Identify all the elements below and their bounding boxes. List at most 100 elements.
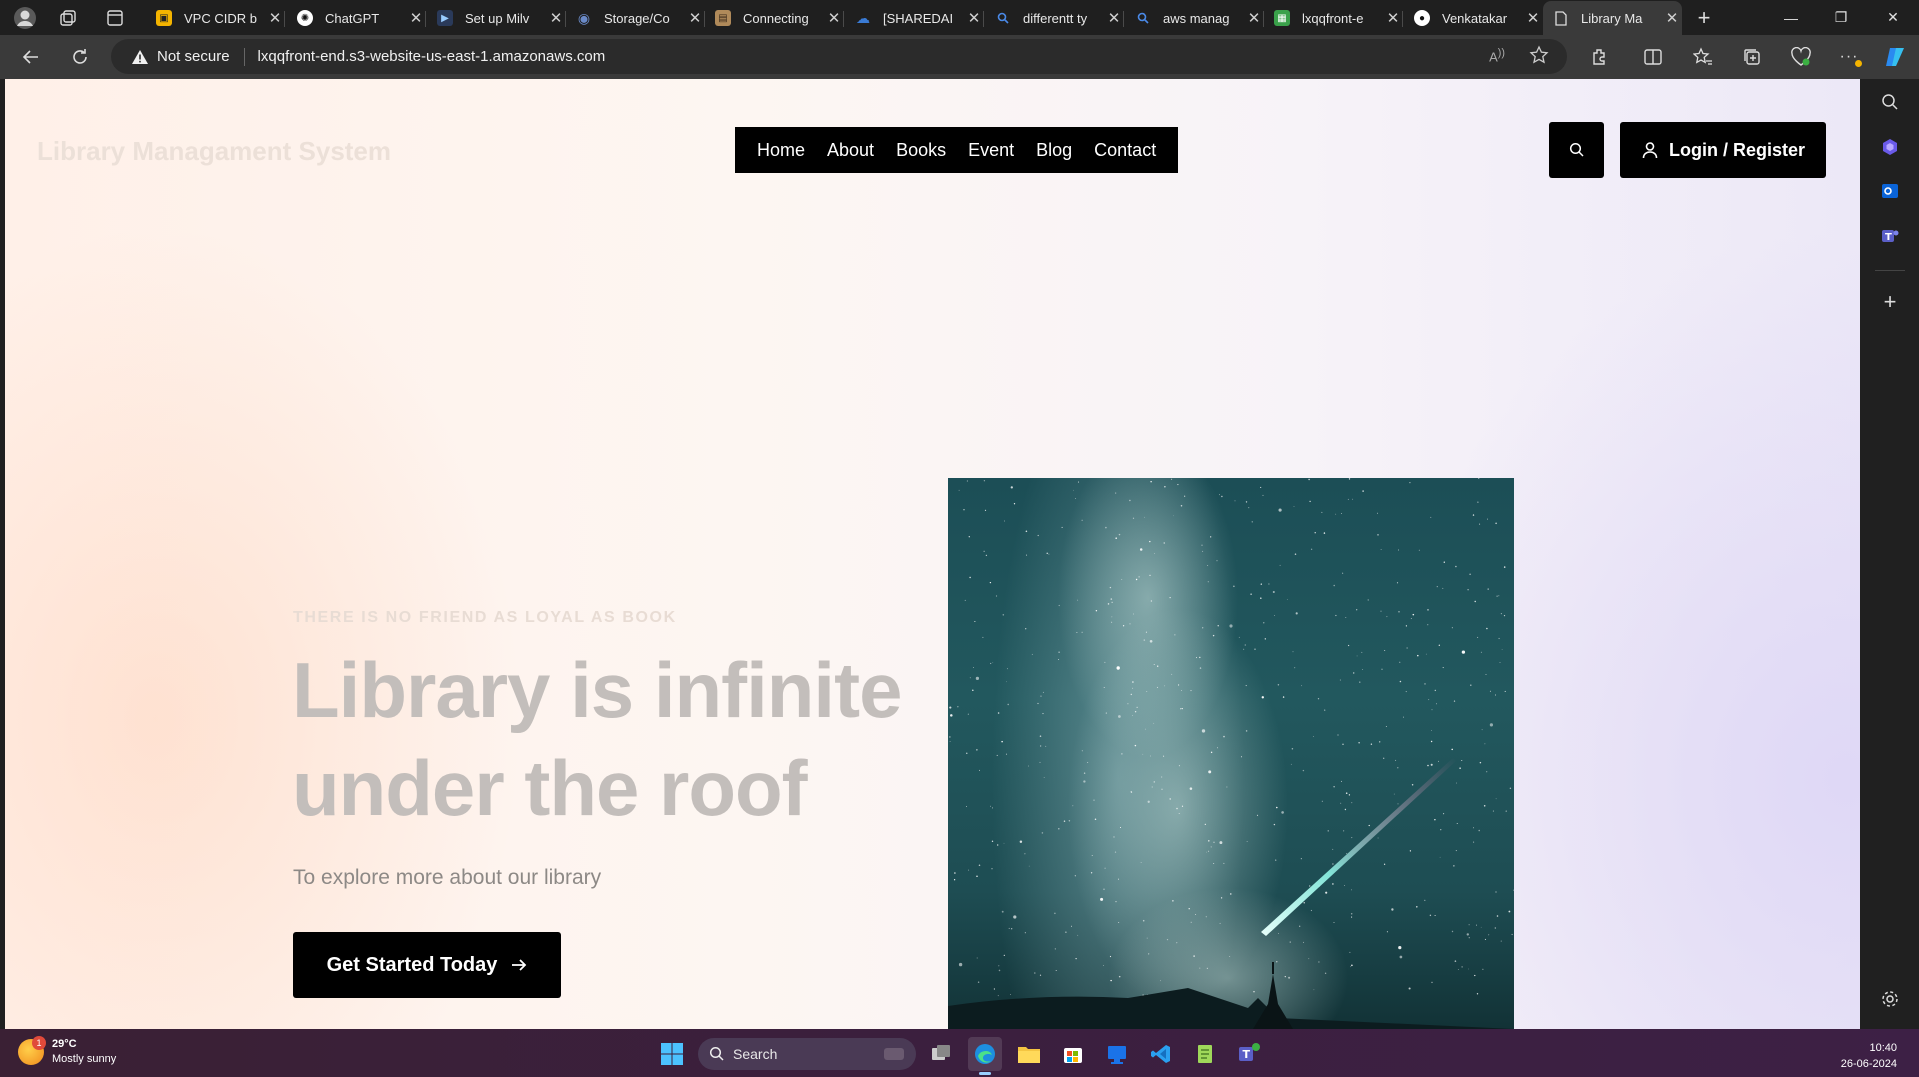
sidebar-divider bbox=[1875, 270, 1905, 271]
warning-icon[interactable] bbox=[131, 48, 149, 66]
browser-essentials-icon[interactable] bbox=[1786, 43, 1816, 71]
read-aloud-icon[interactable]: A)) bbox=[1489, 47, 1505, 64]
active-indicator bbox=[979, 1072, 991, 1075]
minimize-icon[interactable]: — bbox=[1768, 0, 1814, 35]
browser-tab-active[interactable]: Library Ma ✕ bbox=[1543, 1, 1682, 35]
browser-tab[interactable]: ● Venkatakar ✕ bbox=[1404, 3, 1543, 33]
favorites-icon[interactable] bbox=[1688, 43, 1718, 71]
add-sidebar-app-icon[interactable]: + bbox=[1877, 289, 1903, 315]
login-label: Login / Register bbox=[1668, 139, 1805, 160]
sidebar-search-icon[interactable] bbox=[1877, 89, 1903, 115]
search-button[interactable] bbox=[1549, 122, 1604, 178]
hero-eyebrow: THERE IS NO FRIEND AS LOYAL AS BOOK bbox=[293, 609, 677, 626]
browser-tab[interactable]: ▤ Connecting ✕ bbox=[705, 3, 844, 33]
cloud-icon: ☁ bbox=[856, 9, 870, 26]
teams-icon[interactable]: T bbox=[1877, 223, 1903, 249]
security-status[interactable]: Not secure bbox=[157, 48, 230, 65]
weather-temp: 29°C bbox=[52, 1038, 77, 1050]
weather-desc: Mostly sunny bbox=[52, 1053, 117, 1065]
eye-icon: ◉ bbox=[577, 9, 591, 26]
restore-icon[interactable]: ❐ bbox=[1818, 0, 1864, 35]
sidebar-copilot-icon[interactable] bbox=[1877, 134, 1903, 160]
nav-home[interactable]: Home bbox=[757, 140, 805, 161]
hero-title: Library is infinite under the roof bbox=[292, 641, 932, 837]
extensions-icon[interactable] bbox=[1585, 43, 1615, 71]
address-bar[interactable]: Not secure lxqqfront-end.s3-website-us-e… bbox=[111, 39, 1567, 74]
hero-title-line2: under the roof bbox=[292, 744, 808, 832]
file-explorer-icon[interactable] bbox=[1012, 1037, 1046, 1071]
login-register-button[interactable]: Login / Register bbox=[1620, 122, 1826, 178]
browser-tab[interactable]: ▶ Set up Milv ✕ bbox=[427, 3, 566, 33]
aws-icon: ▣ bbox=[156, 10, 172, 26]
more-options-icon[interactable]: ··· bbox=[1834, 43, 1864, 71]
close-tab-icon[interactable]: ✕ bbox=[1523, 9, 1543, 27]
collections-icon[interactable] bbox=[1737, 43, 1767, 71]
video-icon: ▶ bbox=[437, 10, 453, 26]
nav-contact[interactable]: Contact bbox=[1094, 140, 1156, 161]
page-icon bbox=[1553, 10, 1569, 26]
cta-label: Get Started Today bbox=[326, 953, 498, 976]
outlook-icon[interactable] bbox=[1877, 178, 1903, 204]
edge-taskbar-icon[interactable] bbox=[968, 1037, 1002, 1075]
site-logo[interactable]: Library Managament System bbox=[37, 136, 391, 167]
copilot-icon[interactable] bbox=[1880, 43, 1910, 71]
close-tab-icon[interactable]: ✕ bbox=[685, 9, 705, 27]
close-tab-icon[interactable]: ✕ bbox=[1104, 9, 1124, 27]
notepad-icon[interactable] bbox=[1188, 1037, 1222, 1071]
browser-toolbar: Not secure lxqqfront-end.s3-website-us-e… bbox=[0, 35, 1919, 79]
back-icon[interactable] bbox=[16, 43, 46, 71]
nav-event[interactable]: Event bbox=[968, 140, 1014, 161]
workspaces-icon[interactable] bbox=[55, 5, 81, 31]
get-started-button[interactable]: Get Started Today bbox=[293, 932, 561, 998]
close-tab-icon[interactable]: ✕ bbox=[1244, 9, 1264, 27]
tab-actions-icon[interactable] bbox=[102, 5, 128, 31]
close-tab-icon[interactable]: ✕ bbox=[546, 9, 566, 27]
sidebar-settings-icon[interactable] bbox=[1877, 986, 1903, 1012]
windows-start-icon[interactable] bbox=[655, 1037, 689, 1071]
nav-books[interactable]: Books bbox=[896, 140, 946, 161]
close-tab-icon[interactable]: ✕ bbox=[265, 9, 285, 27]
browser-tab[interactable]: ✺ ChatGPT ✕ bbox=[287, 3, 426, 33]
close-tab-icon[interactable]: ✕ bbox=[964, 9, 984, 27]
nav-blog[interactable]: Blog bbox=[1036, 140, 1072, 161]
taskbar-search[interactable]: Search bbox=[698, 1038, 916, 1070]
system-clock[interactable]: 10:40 26-06-2024 bbox=[1841, 1040, 1897, 1072]
close-tab-icon[interactable]: ✕ bbox=[1383, 9, 1403, 27]
favorite-star-icon[interactable] bbox=[1529, 45, 1549, 70]
close-tab-icon[interactable]: ✕ bbox=[406, 9, 426, 27]
store-icon[interactable] bbox=[1056, 1037, 1090, 1071]
weather-widget[interactable]: 1 29°C Mostly sunny bbox=[18, 1036, 117, 1067]
s3-icon: ▦ bbox=[1274, 10, 1290, 26]
nav-about[interactable]: About bbox=[827, 140, 874, 161]
taskbar-search-label: Search bbox=[733, 1046, 778, 1062]
browser-tab[interactable]: ☁ [SHAREDAI ✕ bbox=[845, 3, 984, 33]
hero-image-night-sky bbox=[948, 478, 1514, 1029]
web-page: Library Managament System Home About Boo… bbox=[5, 79, 1860, 1029]
browser-tab[interactable]: differentt ty ✕ bbox=[985, 3, 1124, 33]
split-screen-icon[interactable] bbox=[1638, 43, 1668, 71]
close-tab-icon[interactable]: ✕ bbox=[824, 9, 844, 27]
vscode-icon[interactable] bbox=[1144, 1037, 1178, 1071]
browser-tab-bar: ▣ VPC CIDR b ✕ ✺ ChatGPT ✕ ▶ Set up Milv ✕ … bbox=[0, 0, 1919, 35]
windows-taskbar: 1 29°C Mostly sunny Search T 10:40 26-06… bbox=[0, 1029, 1919, 1077]
task-view-icon[interactable] bbox=[924, 1037, 958, 1071]
browser-tab[interactable]: ▦ lxqqfront-e ✕ bbox=[1264, 3, 1403, 33]
new-tab-icon[interactable]: + bbox=[1691, 5, 1717, 31]
search-icon bbox=[995, 10, 1011, 26]
arrow-right-icon bbox=[511, 958, 527, 972]
close-tab-icon[interactable]: ✕ bbox=[1662, 9, 1682, 27]
url-text[interactable]: lxqqfront-end.s3-website-us-east-1.amazo… bbox=[258, 48, 606, 65]
browser-tab[interactable]: aws manag ✕ bbox=[1125, 3, 1264, 33]
close-window-icon[interactable]: ✕ bbox=[1870, 0, 1916, 35]
browser-tab[interactable]: ▣ VPC CIDR b ✕ bbox=[146, 3, 285, 33]
teams-taskbar-icon[interactable]: T bbox=[1232, 1037, 1266, 1071]
svg-text:T: T bbox=[1243, 1048, 1251, 1061]
browser-tab[interactable]: ◉ Storage/Co ✕ bbox=[566, 3, 705, 33]
refresh-icon[interactable] bbox=[65, 43, 95, 71]
box-icon: ▤ bbox=[715, 10, 731, 26]
github-icon: ● bbox=[1414, 10, 1430, 26]
remote-desktop-icon[interactable] bbox=[1100, 1037, 1134, 1071]
svg-text:T: T bbox=[1885, 232, 1892, 243]
profile-avatar-icon[interactable] bbox=[12, 5, 38, 31]
chatgpt-icon: ✺ bbox=[297, 10, 313, 26]
